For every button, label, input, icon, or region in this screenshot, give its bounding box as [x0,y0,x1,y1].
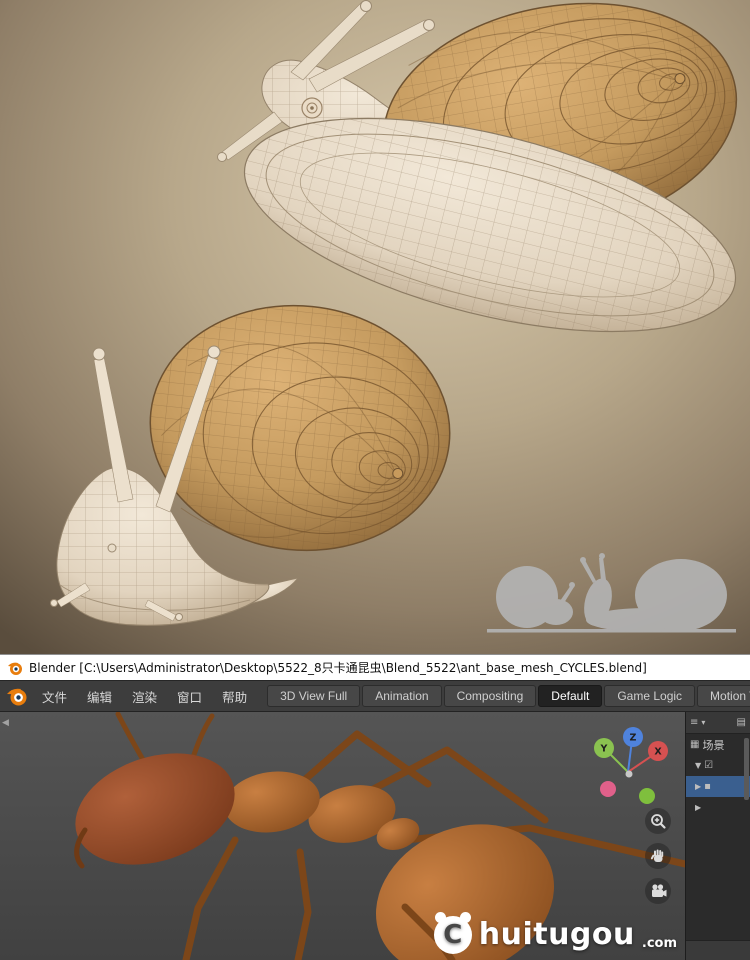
render-window [0,0,750,654]
zoom-tool-button[interactable] [645,808,671,834]
outliner-scene-label: 场景 [702,738,725,752]
outliner-row-collection[interactable]: ▼ ☑ [686,755,750,776]
viewport-3d[interactable]: Y Z X ◀ C huitugou .com [0,712,685,960]
layout-tab-animation[interactable]: Animation [362,685,442,707]
gizmo-x-label: X [654,747,662,758]
filter-icon[interactable]: ▤ [737,717,746,728]
layout-tab-3d-view-full[interactable]: 3D View Full [267,685,361,707]
panel-collapse-arrow-icon[interactable]: ◀ [2,719,9,728]
menu-window[interactable]: 窗口 [167,681,212,711]
gizmo-z-label: Z [630,733,637,744]
zoom-icon [651,814,666,829]
gizmo-center-dot [625,770,633,778]
menu-file[interactable]: 文件 [32,681,77,711]
blender-logo-icon[interactable] [6,685,28,707]
outliner-row-scene[interactable]: ▦ 场景 [686,734,750,755]
layout-tabs: 3D View Full Animation Compositing Defau… [267,685,750,707]
hand-icon [650,849,664,862]
camera-view-button[interactable] [645,878,671,904]
menu-render[interactable]: 渲染 [122,681,167,711]
triangle-right-icon[interactable]: ▶ [695,782,701,791]
object-icon: ▪ [704,780,711,792]
layout-tab-compositing[interactable]: Compositing [443,685,537,707]
editor-type-icon[interactable]: ≡ [690,717,698,728]
triangle-down-icon[interactable]: ▼ [695,761,701,770]
workspace: Y Z X ◀ C huitugou .com ≡ ▾ ▤ ▦ 场景 ▼ ☑ ▶… [0,712,750,960]
window-titlebar[interactable]: Blender [C:\Users\Administrator\Desktop\… [0,654,750,680]
outliner-row-object[interactable]: ▶ [686,797,750,818]
watermark-tld: .com [641,936,677,951]
outliner-scrollbar[interactable] [744,738,749,800]
watermark-logo-icon: C [433,912,472,954]
outliner-panel: ≡ ▾ ▤ ▦ 场景 ▼ ☑ ▶ ▪ ▶ [685,712,750,960]
gizmo-neg-x-ball[interactable] [600,781,616,797]
menubar: 文件 编辑 渲染 窗口 帮助 3D View Full Animation Co… [0,680,750,712]
window-title: Blender [C:\Users\Administrator\Desktop\… [29,661,647,675]
render-image [0,0,750,654]
watermark: C huitugou .com [433,912,677,954]
blender-app-icon [8,662,22,675]
layout-tab-default[interactable]: Default [538,685,603,707]
chevron-down-icon[interactable]: ▾ [701,718,705,727]
menu-edit[interactable]: 编辑 [77,681,122,711]
menu-help[interactable]: 帮助 [212,681,257,711]
layout-tab-game-logic[interactable]: Game Logic [604,685,696,707]
screen: Blender [C:\Users\Administrator\Desktop\… [0,0,750,960]
outliner-row-selected-object[interactable]: ▶ ▪ [686,776,750,797]
checkbox-icon[interactable]: ☑ [704,760,713,771]
outliner-footer [686,940,750,960]
gizmo-y-label: Y [600,744,608,755]
pan-tool-button[interactable] [645,843,671,869]
gizmo-neg-y-ball[interactable] [639,788,655,804]
camera-icon [652,884,667,897]
triangle-right-icon[interactable]: ▶ [695,803,701,812]
viewport-tools [645,808,671,904]
scene-icon: ▦ [690,738,700,750]
watermark-text: huitugou [478,917,635,952]
outliner-header[interactable]: ≡ ▾ ▤ [686,712,750,734]
layout-tab-motion-tracking[interactable]: Motion Tracking [697,685,750,707]
